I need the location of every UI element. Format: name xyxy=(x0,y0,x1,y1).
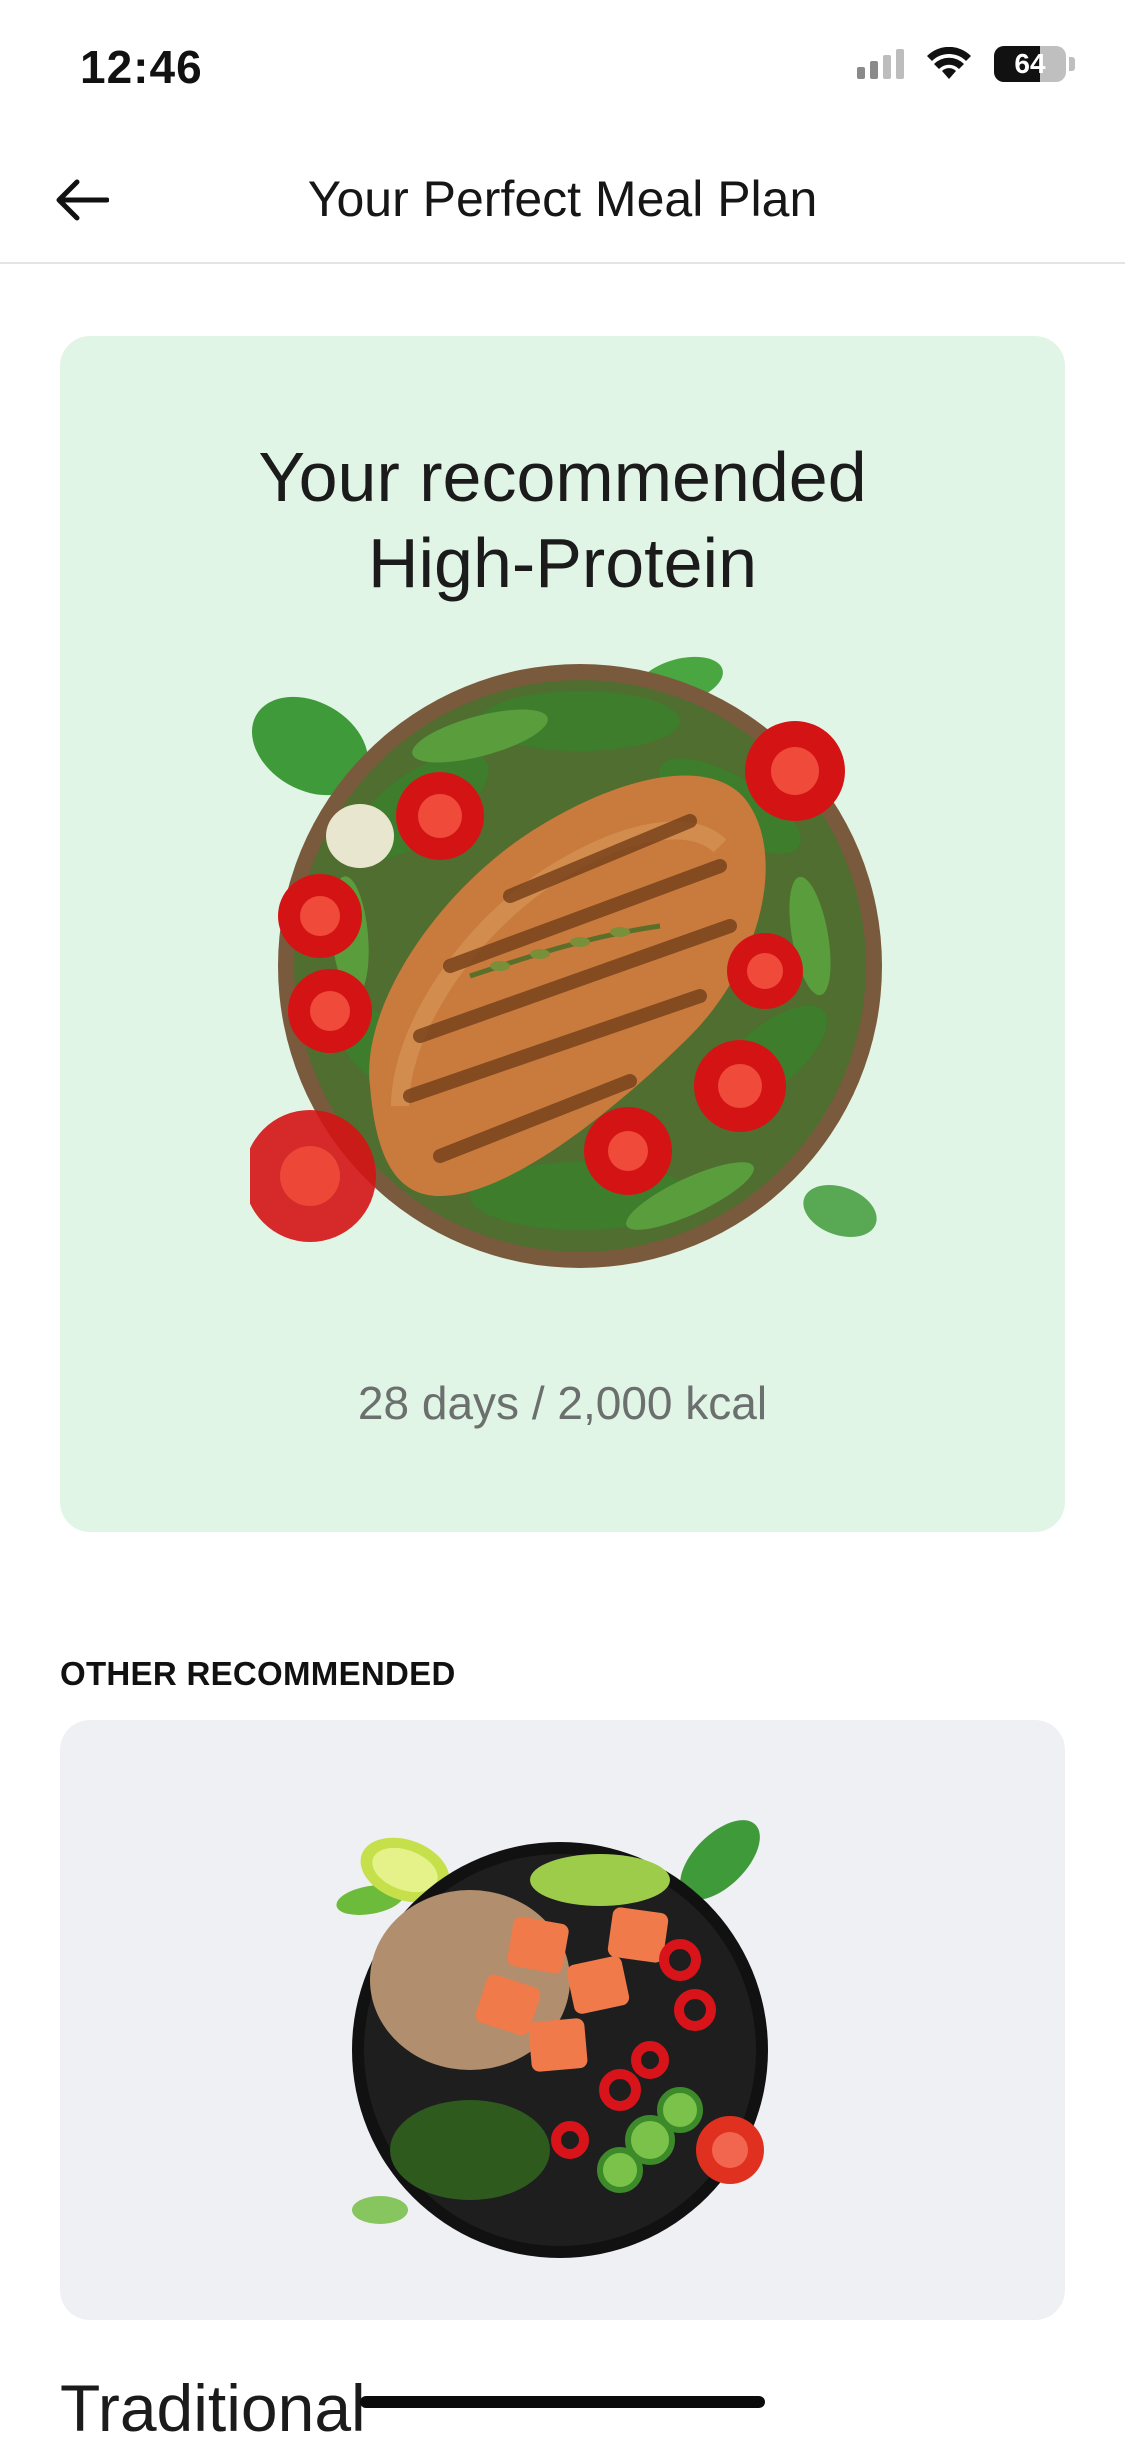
battery-icon: 64 xyxy=(994,46,1066,82)
chicken-salad-bowl-image xyxy=(250,656,882,1268)
poke-bowl-image xyxy=(336,1820,768,2258)
recommended-plan-card[interactable]: Your recommended High-Protein 28 days / … xyxy=(60,336,1065,1532)
wifi-icon xyxy=(927,47,971,79)
section-heading-other-recommended: OTHER RECOMMENDED xyxy=(60,1655,456,1692)
plan-duration-calories: 28 days / 2,000 kcal xyxy=(357,1377,768,1429)
status-bar: 12:46 64 xyxy=(0,0,1125,140)
traditional-plan-card[interactable] xyxy=(60,1720,1065,2320)
recommended-plan-title-line1: Your recommended xyxy=(258,438,867,516)
recommended-plan-title: Your recommended High-Protein xyxy=(60,434,1065,606)
page-title: Your Perfect Meal Plan xyxy=(307,171,818,227)
traditional-plan-title: Traditional xyxy=(60,2371,366,2445)
recommended-plan-name: High-Protein xyxy=(367,524,758,602)
status-time: 12:46 xyxy=(80,41,203,93)
home-indicator[interactable] xyxy=(360,2396,765,2408)
status-icons: 64 xyxy=(857,46,1075,82)
navigation-header: Your Perfect Meal Plan xyxy=(0,140,1125,264)
cellular-signal-icon xyxy=(857,49,904,79)
battery-level: 64 xyxy=(1014,48,1046,79)
